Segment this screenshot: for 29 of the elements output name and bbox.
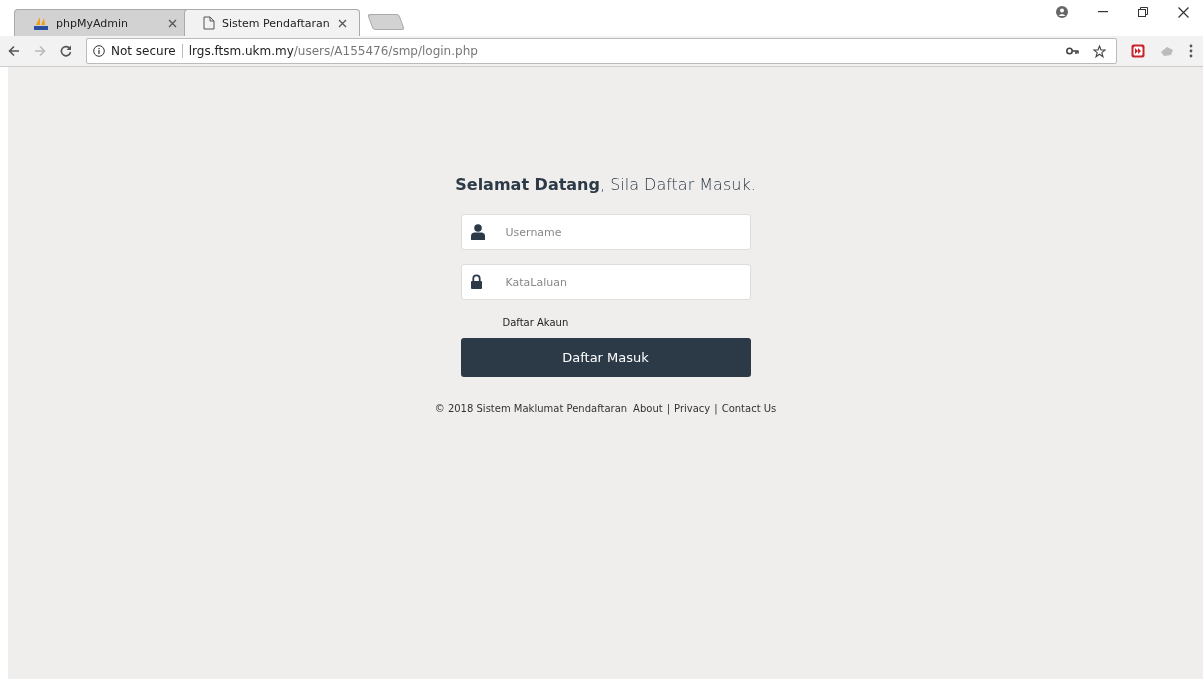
close-icon[interactable]: [1178, 6, 1189, 18]
footer-link[interactable]: Privacy: [674, 403, 711, 414]
input-field[interactable]: Username: [460, 214, 751, 250]
profile-icon[interactable]: [1056, 6, 1068, 18]
info-icon: [93, 45, 105, 57]
extension-icon[interactable]: [1131, 44, 1145, 58]
footer-link[interactable]: About: [633, 403, 663, 414]
welcome-heading: Selamat Datang, Sila Daftar Masuk.: [455, 175, 756, 194]
login-button[interactable]: Daftar Masuk: [460, 338, 751, 377]
restore-icon[interactable]: [1138, 7, 1148, 17]
security-label: Not secure: [111, 44, 176, 58]
separator-text: |: [714, 403, 718, 414]
document-icon: [203, 16, 215, 30]
address-bar[interactable]: Not secure lrgs.ftsm.ukm.my/users/A155476/smp/login.php: [86, 38, 1117, 64]
close-icon[interactable]: [338, 18, 347, 28]
star-icon[interactable]: [1093, 44, 1106, 58]
back-arrow-icon[interactable]: [8, 45, 20, 57]
minimize-icon[interactable]: [1098, 11, 1108, 13]
copyright-text: © 2018 Sistem Maklumat Pendaftaran: [434, 403, 628, 414]
key-icon[interactable]: [1066, 47, 1079, 55]
footer-link[interactable]: Contact Us: [721, 403, 777, 414]
menu-icon[interactable]: [1189, 44, 1193, 58]
url-text: lrgs.ftsm.ukm.my/users/A155476/smp/login.php: [188, 44, 478, 58]
input-field[interactable]: KataLaluan: [460, 264, 751, 300]
reload-icon[interactable]: [60, 45, 72, 57]
separator-text: |: [666, 403, 671, 414]
browser-tab[interactable]: Sistem Pendaftaran: [184, 9, 360, 36]
sail-logo-icon: [33, 15, 49, 31]
register-link[interactable]: Daftar Akaun: [502, 317, 569, 328]
